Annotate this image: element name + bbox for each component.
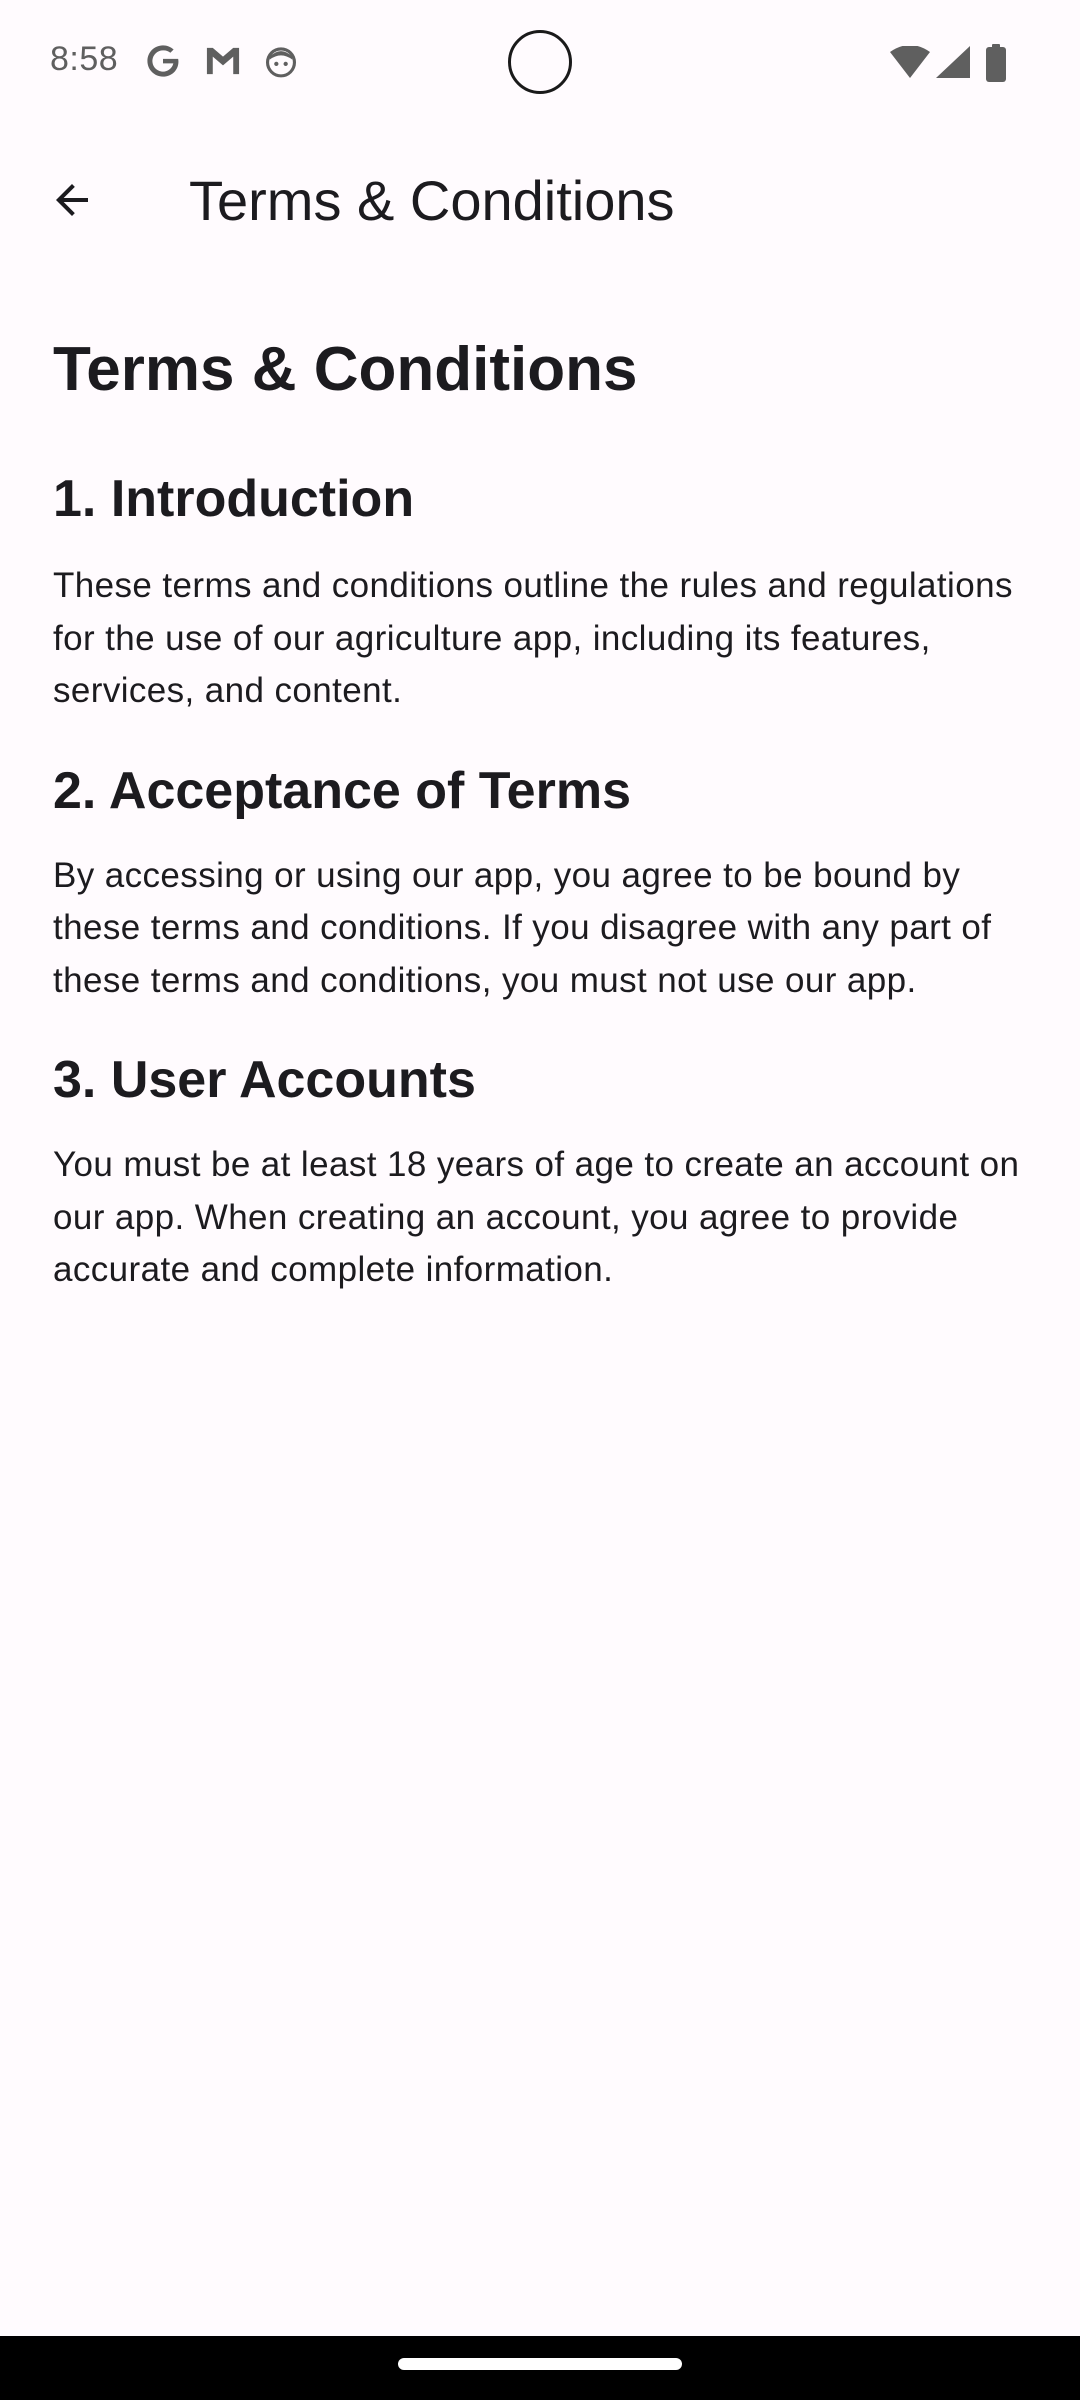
section-heading-user-accounts: 3. User Accounts	[53, 1051, 476, 1109]
camera-cutout	[508, 30, 572, 94]
section-body-user-accounts: You must be at least 18 years of age to …	[53, 1145, 1020, 1289]
section-heading-acceptance: 2. Acceptance of Terms	[53, 761, 631, 820]
google-icon	[146, 44, 180, 78]
section-heading-introduction: 1. Introduction	[53, 470, 415, 528]
app-bar: Terms & Conditions	[0, 128, 1080, 272]
gmail-icon	[204, 44, 242, 78]
navigation-bar	[0, 2336, 1080, 2400]
home-indicator[interactable]	[398, 2358, 682, 2370]
cell-signal-icon	[936, 46, 970, 80]
status-bar: 8:58	[0, 0, 1080, 128]
screen: 8:58 Terms & Conditions Terms & Conditio…	[0, 0, 1080, 2400]
back-button[interactable]	[30, 160, 114, 244]
section-body-introduction: These terms and conditions outline the r…	[53, 566, 1013, 710]
battery-icon	[986, 44, 1006, 82]
status-time: 8:58	[50, 40, 119, 78]
wifi-icon	[890, 45, 930, 80]
android-head-icon	[264, 44, 298, 78]
page-heading: Terms & Conditions	[53, 335, 638, 404]
terms-content: Terms & Conditions 1. Introduction These…	[53, 330, 1033, 1297]
section-body-acceptance: By accessing or using our app, you agree…	[53, 855, 992, 1000]
app-bar-title: Terms & Conditions	[189, 169, 675, 232]
arrow-back-icon	[48, 176, 96, 229]
